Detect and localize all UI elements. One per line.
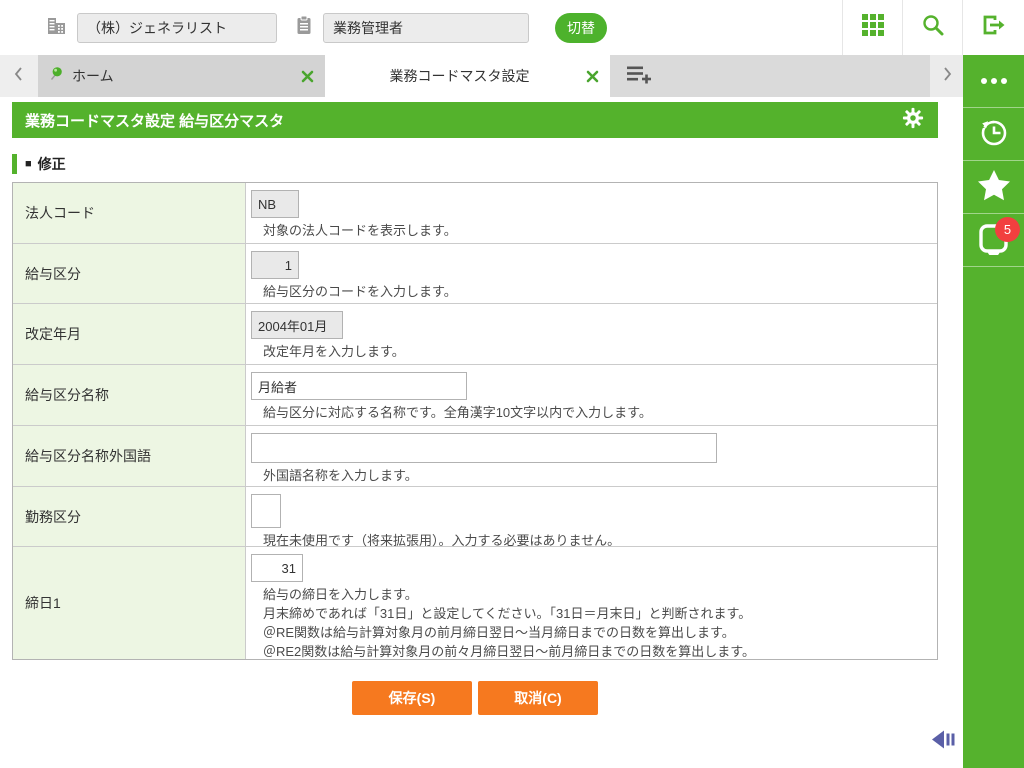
- section-title: 修正: [37, 156, 66, 172]
- field-help: 給与区分に対応する名称です。全角漢字10文字以内で入力します。: [263, 405, 652, 420]
- field-value-cell: 給与区分に対応する名称です。全角漢字10文字以内で入力します。: [246, 365, 937, 425]
- chevron-left-icon: [13, 66, 25, 87]
- save-button[interactable]: 保存(S): [352, 681, 472, 715]
- page-title-bar: 業務コードマスタ設定 給与区分マスタ: [12, 102, 938, 138]
- app-window: 切替: [0, 0, 1024, 768]
- tab-home[interactable]: ホーム: [38, 55, 325, 97]
- sidebar-history-button[interactable]: [963, 108, 1024, 161]
- form-row-closing-day: 締日1 給与の締日を入力します。 月末締めであれば「31日」と設定してください。…: [13, 546, 937, 659]
- field-label: 改定年月: [13, 304, 246, 364]
- pin-icon: [48, 65, 64, 87]
- star-icon: [976, 168, 1012, 207]
- tab-gyomu-label: 業務コードマスタ設定: [389, 68, 530, 84]
- settings-button[interactable]: [901, 107, 925, 134]
- company-input[interactable]: [77, 12, 277, 43]
- tabs-scroll-left-button[interactable]: [0, 55, 38, 97]
- field-label: 法人コード: [13, 183, 246, 243]
- role-input[interactable]: [323, 12, 529, 43]
- switch-button[interactable]: 切替: [555, 12, 607, 43]
- chevron-right-icon: [941, 66, 953, 87]
- section-heading: ■ 修正: [12, 154, 963, 174]
- form-row-revision-month: 改定年月 改定年月を入力します。: [13, 303, 937, 364]
- form-row-work-class: 勤務区分 現在未使用です（将来拡張用）。入力する必要はありません。: [13, 486, 937, 548]
- tab-home-close-icon[interactable]: [299, 68, 315, 84]
- form-table: 法人コード 対象の法人コードを表示します。 給与区分 給与区分のコードを入力しま…: [12, 182, 938, 660]
- apps-grid-button[interactable]: [842, 0, 902, 55]
- corporate-code-input[interactable]: [251, 190, 299, 218]
- tab-bar: ホーム 業務コードマスタ設定: [0, 55, 963, 97]
- salary-class-name-input[interactable]: [251, 372, 467, 400]
- search-button[interactable]: [902, 0, 962, 55]
- field-help: 給与区分のコードを入力します。: [263, 284, 457, 299]
- field-label: 給与区分名称: [13, 365, 246, 425]
- app-header: 切替: [0, 0, 1024, 55]
- field-help: 改定年月を入力します。: [263, 344, 405, 359]
- add-tab-button[interactable]: [610, 55, 668, 97]
- field-label: 締日1: [13, 547, 246, 659]
- apps-grid-icon: [861, 13, 885, 42]
- tab-home-label: ホーム: [72, 68, 114, 84]
- field-value-cell: 外国語名称を入力します。: [246, 426, 937, 486]
- sidebar-tray-button[interactable]: 5: [963, 214, 1024, 267]
- add-tab-icon: [626, 64, 653, 89]
- tabs-scroll-right-button[interactable]: [930, 55, 963, 97]
- tabbar-spacer: [668, 55, 930, 97]
- field-label: 給与区分名称外国語: [13, 426, 246, 486]
- header-action-group: [842, 0, 1024, 55]
- form-row-corporate-code: 法人コード 対象の法人コードを表示します。: [13, 183, 937, 243]
- revision-month-input[interactable]: [251, 311, 343, 339]
- sidebar-favorites-button[interactable]: [963, 161, 1024, 214]
- sidebar-collapse-button[interactable]: [932, 728, 960, 752]
- form-actions: 保存(S) 取消(C): [12, 681, 938, 715]
- field-value-cell: 改定年月を入力します。: [246, 304, 937, 364]
- field-label: 勤務区分: [13, 487, 246, 546]
- field-value-cell: 給与区分のコードを入力します。: [246, 244, 937, 303]
- page-title: 業務コードマスタ設定 給与区分マスタ: [25, 112, 285, 130]
- gear-icon: [902, 107, 924, 134]
- building-icon: [46, 15, 67, 41]
- collapse-arrow-icon: [932, 730, 958, 755]
- ellipsis-icon: [980, 78, 1007, 84]
- notification-badge: 5: [995, 217, 1020, 242]
- field-help: 給与の締日を入力します。 月末締めであれば「31日」と設定してください。「31日…: [263, 587, 755, 659]
- salary-class-input[interactable]: [251, 251, 299, 279]
- field-label: 給与区分: [13, 244, 246, 303]
- field-help: 対象の法人コードを表示します。: [263, 223, 457, 238]
- form-row-salary-class-name-foreign: 給与区分名称外国語 外国語名称を入力します。: [13, 425, 937, 486]
- sidebar-more-button[interactable]: [963, 55, 1024, 108]
- logout-button[interactable]: [962, 0, 1024, 55]
- section-bullet: ■: [25, 158, 32, 170]
- field-value-cell: 対象の法人コードを表示します。: [246, 183, 937, 243]
- form-row-salary-class-name: 給与区分名称 給与区分に対応する名称です。全角漢字10文字以内で入力します。: [13, 364, 937, 425]
- cancel-button[interactable]: 取消(C): [478, 681, 598, 715]
- clipboard-icon: [295, 15, 313, 41]
- field-help: 外国語名称を入力します。: [263, 468, 418, 483]
- form-row-salary-class: 給与区分 給与区分のコードを入力します。: [13, 243, 937, 303]
- field-value-cell: 給与の締日を入力します。 月末締めであれば「31日」と設定してください。「31日…: [246, 547, 937, 659]
- history-icon: [976, 114, 1012, 155]
- salary-class-name-foreign-input[interactable]: [251, 433, 717, 463]
- logout-icon: [981, 13, 1007, 42]
- main-content: 業務コードマスタ設定 給与区分マスタ ■ 修正 法人コード NB 対象の法人コー…: [0, 97, 963, 768]
- header-context-group: 切替: [0, 12, 607, 43]
- search-icon: [921, 13, 945, 42]
- field-value-cell: 現在未使用です（将来拡張用）。入力する必要はありません。: [246, 487, 937, 548]
- work-class-input[interactable]: [251, 494, 281, 528]
- tab-gyomu-code-master[interactable]: 業務コードマスタ設定: [325, 55, 610, 97]
- closing-day-input[interactable]: [251, 554, 303, 582]
- tab-gyomu-close-icon[interactable]: [584, 68, 600, 84]
- right-sidebar: 5: [963, 55, 1024, 768]
